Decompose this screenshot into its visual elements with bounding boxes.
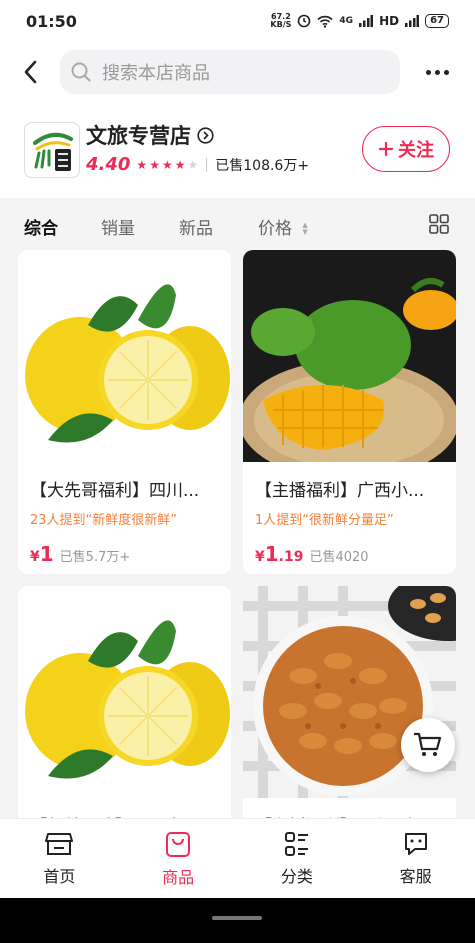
product-sold: 已售4020 [309,550,369,565]
product-card[interactable]: 【主播福利】广西小... 1人提到“很新鲜分量足” ¥1.19 已售4020 [243,250,456,574]
signal-label: 4G [339,16,354,26]
cart-icon [414,732,442,756]
search-placeholder: 搜索本店商品 [102,63,210,84]
product-review-tag: 1人提到“很新鲜分量足” [255,513,394,528]
nav-label: 客服 [399,866,432,886]
more-options-button[interactable] [400,69,475,75]
product-image-lemon [18,586,231,798]
star-icon: ★ [136,157,148,172]
cart-button[interactable] [401,718,455,772]
grid-view-toggle[interactable] [429,214,449,238]
net-speed: 67.2 KB/S [270,13,291,29]
product-image-lemon [18,250,231,462]
cell-signal-icon [359,15,374,27]
sort-arrows-icon: ▲ ▼ [302,221,308,236]
product-price: ¥1.19 [255,542,304,566]
nav-item-home[interactable]: 首页 [0,819,119,898]
store-header: 文旅专营店 4.40 ★ ★ ★ ★ ★ 已售108.6万+ 关注 [0,102,475,198]
tab-price-label: 价格 [258,219,292,239]
system-nav-bar [0,898,475,943]
nav-label: 商品 [162,867,195,887]
product-sold: 已售5.7万+ [59,550,131,565]
product-image-mango [243,250,456,462]
star-empty-icon: ★ [187,157,199,172]
product-review-tag: 23人提到“新鲜度很新鲜” [30,513,178,528]
hd-label: HD [379,14,400,28]
nav-item-service[interactable]: 客服 [356,819,475,898]
store-meta: 4.40 ★ ★ ★ ★ ★ 已售108.6万+ [86,154,309,175]
rating-stars: ★ ★ ★ ★ ★ [136,158,198,172]
tab-price[interactable]: 价格 ▲ ▼ [258,214,308,239]
nav-label: 分类 [280,866,313,886]
follow-label: 关注 [398,140,434,161]
home-gesture-handle[interactable] [212,916,262,920]
star-icon: ★ [161,157,173,172]
star-icon: ★ [149,157,160,172]
more-dots-icon [426,69,449,75]
back-arrow-icon [24,60,37,84]
divider [206,157,208,172]
bottom-nav: 首页 商品 分类 客服 [0,818,475,898]
status-bar: 01:50 67.2 KB/S 4G HD 67 [0,0,475,42]
battery-indicator: 67 [425,14,449,28]
store-rating: 4.40 [86,154,131,175]
nav-item-products[interactable]: 商品 [119,819,238,898]
follow-button[interactable]: 关注 [362,126,450,172]
bag-icon [166,831,191,857]
alarm-icon [298,14,311,28]
product-card[interactable]: 【大先哥福利】四川... 23人提到“新鲜度很新鲜” ¥1 已售5.7万+ [18,250,231,574]
product-price: ¥1 [30,542,54,566]
product-price-row: ¥1.19 已售4020 [243,528,456,566]
wifi-icon [317,15,334,28]
back-button[interactable] [0,60,60,84]
store-logo[interactable] [24,122,80,178]
search-input[interactable]: 搜索本店商品 [60,50,400,94]
net-speed-unit: KB/S [270,20,292,29]
tab-new[interactable]: 新品 [179,214,213,239]
status-system-icons: 67.2 KB/S 4G HD 67 [270,13,449,29]
store-logo-image [33,132,73,171]
nav-item-categories[interactable]: 分类 [238,819,357,898]
search-icon [71,62,91,82]
plus-icon [378,141,394,157]
star-icon: ★ [174,157,186,172]
sort-bar: 综合 销量 新品 价格 ▲ ▼ [0,198,475,250]
tab-sales[interactable]: 销量 [101,214,135,239]
cell-signal-2-icon [405,15,420,27]
store-name: 文旅专营店 [86,124,191,148]
product-price-row: ¥1 已售5.7万+ [18,528,231,566]
product-title: 【大先哥福利】四川... [30,481,200,501]
product-title: 【主播福利】广西小... [255,481,425,501]
category-icon [284,831,308,856]
top-nav-bar: 搜索本店商品 [0,42,475,102]
chat-icon [404,832,427,855]
status-time: 01:50 [26,11,77,31]
store-sold-count: 已售108.6万+ [215,157,310,174]
grid-icon [429,214,449,234]
chevron-right-circle-icon [197,126,214,144]
nav-label: 首页 [43,866,76,886]
store-name-link[interactable]: 文旅专营店 [86,120,214,150]
store-icon [45,832,74,855]
tab-comprehensive[interactable]: 综合 [24,214,58,239]
